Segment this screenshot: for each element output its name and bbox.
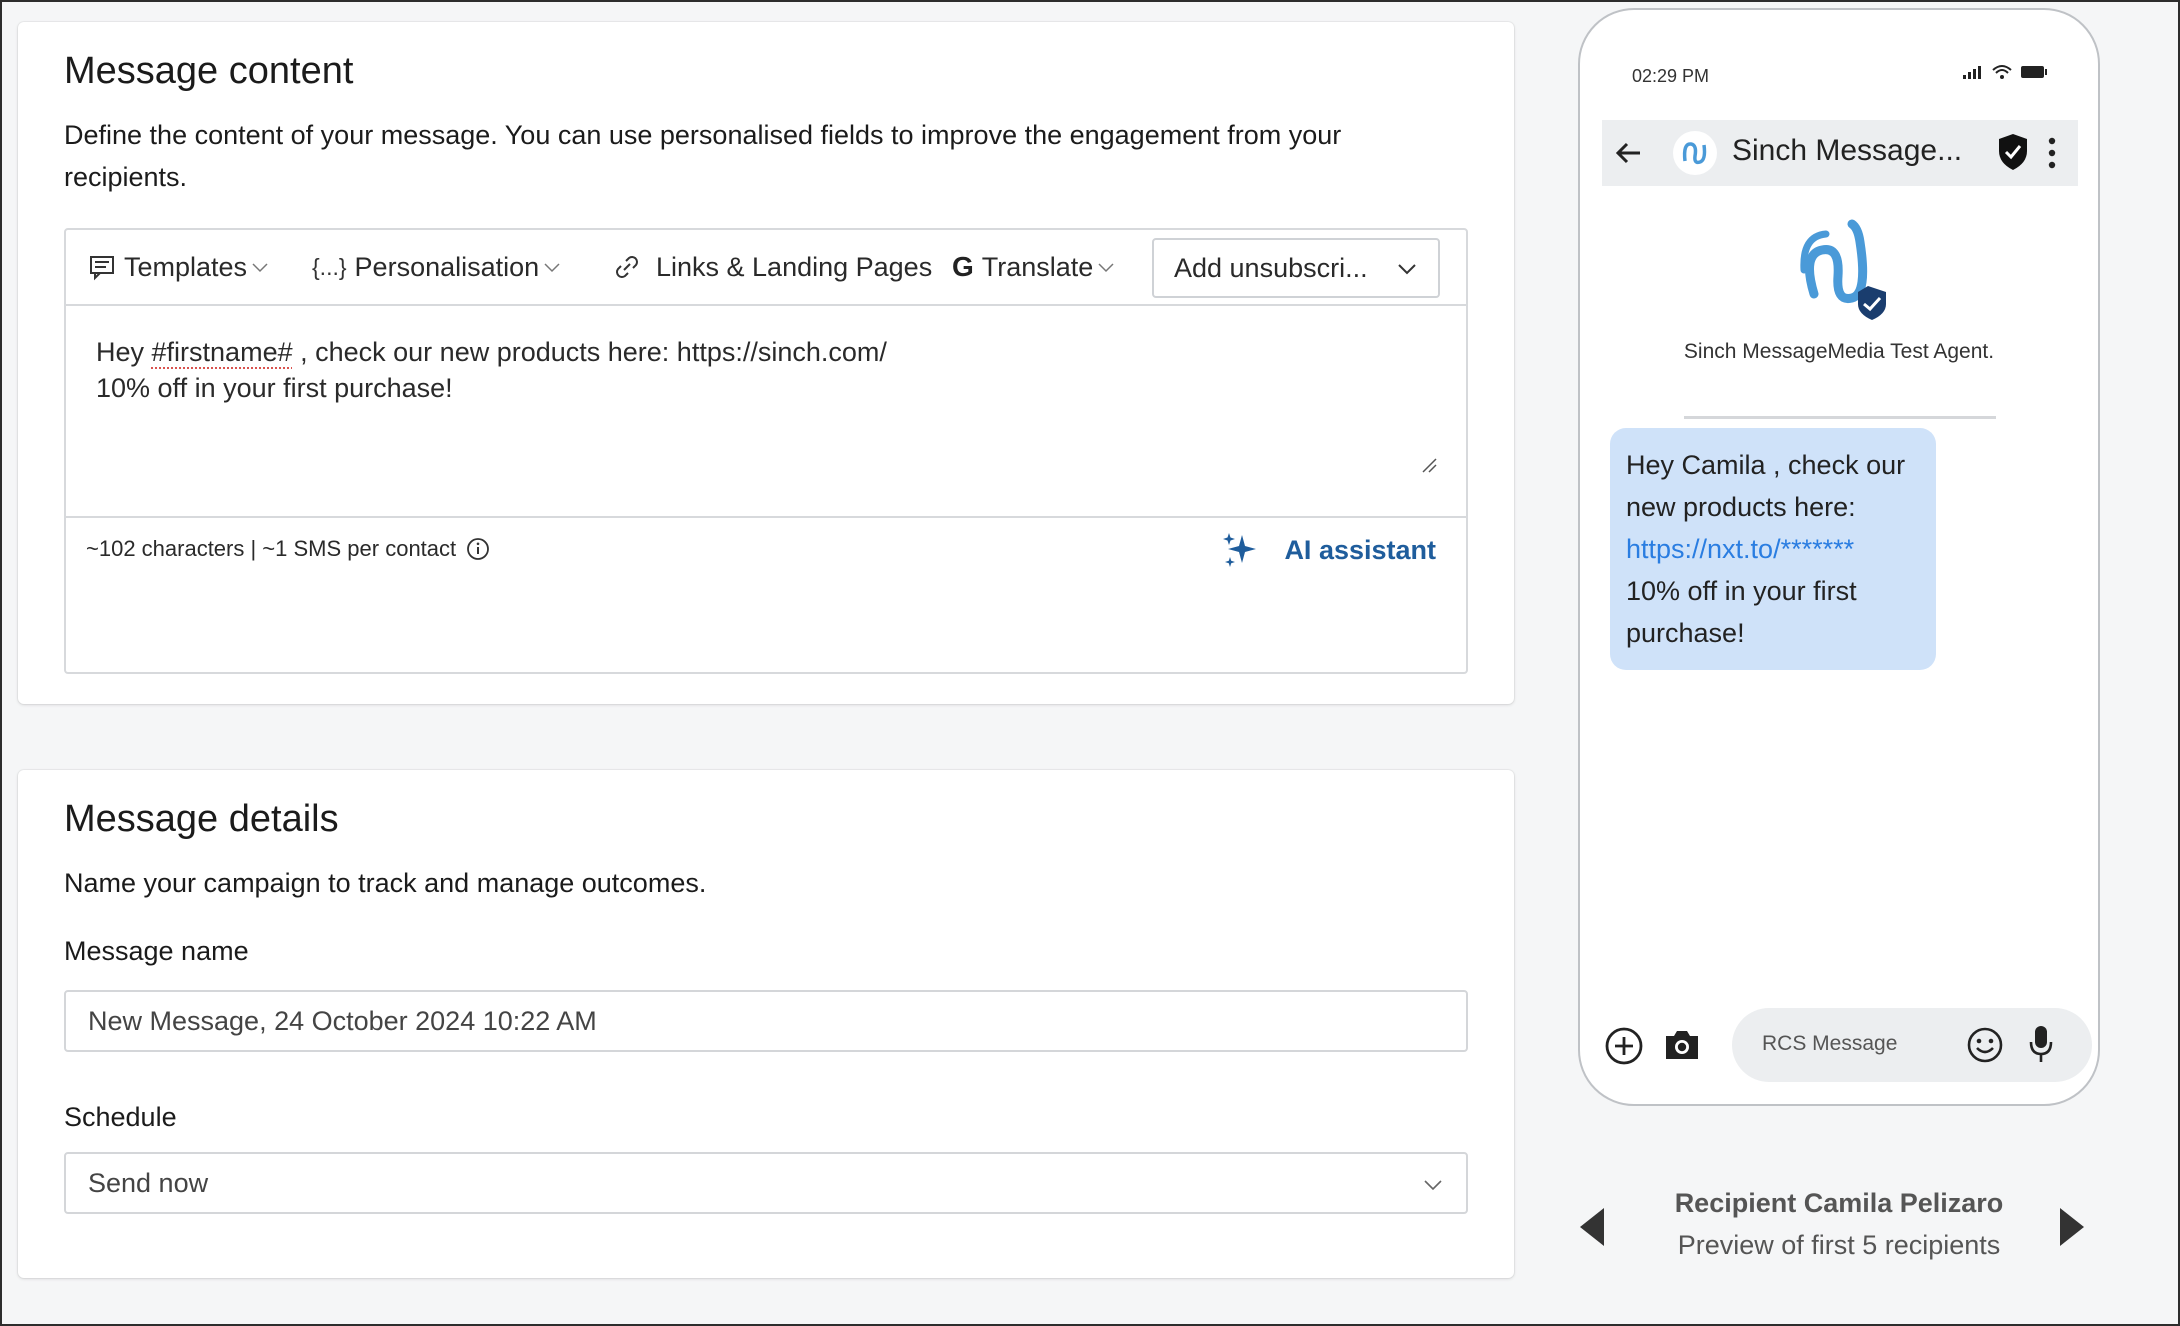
add-unsubscribe-dropdown[interactable]: Add unsubscri... xyxy=(1152,238,1440,298)
message-text: , check our new products here: https://s… xyxy=(292,337,887,367)
message-content-description: Define the content of your message. You … xyxy=(64,120,1342,192)
message-line-1: Hey #firstname# , check our new products… xyxy=(96,334,1416,370)
bubble-text: Hey Camila , check our new products here… xyxy=(1626,450,1906,522)
phone-preview: 02:29 PM Sinch Message... Sinch MessageM… xyxy=(1578,8,2100,1106)
message-line-2: 10% off in your first purchase! xyxy=(96,373,453,403)
character-count: ~102 characters | ~1 SMS per contact xyxy=(86,536,490,562)
divider xyxy=(1684,416,1996,419)
personalisation-icon: {...} xyxy=(312,253,347,280)
chevron-down-icon xyxy=(1424,1180,1442,1191)
message-composer: RCS Message xyxy=(1602,1008,2092,1082)
sender-name: Sinch Message... xyxy=(1732,134,1963,167)
chevron-down-icon xyxy=(252,263,268,273)
schedule-value: Send now xyxy=(88,1167,209,1198)
translate-label: Translate xyxy=(981,251,1094,282)
templates-icon xyxy=(90,256,114,281)
compose-placeholder: RCS Message xyxy=(1762,1032,1898,1055)
phone-app-bar: Sinch Message... xyxy=(1602,120,2078,186)
add-circle-icon[interactable] xyxy=(1604,1026,1644,1066)
verified-shield-icon xyxy=(1999,134,2027,170)
resize-handle-icon[interactable] xyxy=(1420,456,1438,474)
links-landing-pages-menu[interactable]: Links & Landing Pages xyxy=(612,230,932,304)
message-bubble: Hey Camila , check our new products here… xyxy=(1610,428,1936,670)
bubble-link[interactable]: https://nxt.to/******* xyxy=(1626,534,1854,564)
translate-menu[interactable]: G Translate xyxy=(952,230,1115,304)
schedule-select[interactable]: Send now xyxy=(64,1152,1468,1214)
message-details-title: Message details xyxy=(64,798,339,840)
back-arrow-icon[interactable] xyxy=(1612,136,1646,170)
personalisation-label: Personalisation xyxy=(354,251,540,282)
message-name-label: Message name xyxy=(64,936,249,966)
message-details-card: Message details Name your campaign to tr… xyxy=(18,770,1514,1278)
templates-label: Templates xyxy=(124,251,248,282)
recipient-navigation: Recipient Camila Pelizaro Preview of fir… xyxy=(1578,1178,2100,1268)
message-name-input[interactable]: New Message, 24 October 2024 10:22 AM xyxy=(64,990,1468,1052)
battery-icon xyxy=(2021,66,2047,78)
wifi-icon xyxy=(1992,65,2012,79)
message-textarea[interactable]: Hey #firstname# , check our new products… xyxy=(96,334,1416,406)
character-count-text: ~102 characters | ~1 SMS per contact xyxy=(86,536,457,561)
chevron-down-icon xyxy=(544,263,560,273)
editor-footer: ~102 characters | ~1 SMS per contact AI … xyxy=(66,516,1466,580)
templates-menu[interactable]: Templates xyxy=(88,230,269,304)
message-content-title: Message content xyxy=(64,50,354,92)
message-text: Hey xyxy=(96,337,152,367)
agent-name: Sinch MessageMedia Test Agent. xyxy=(1683,340,1995,363)
chevron-down-icon xyxy=(1398,264,1416,275)
message-editor: Templates {...} Personalisation Links & … xyxy=(64,228,1468,674)
schedule-label: Schedule xyxy=(64,1102,177,1132)
sparkle-icon xyxy=(1223,533,1257,567)
bubble-text: 10% off in your first purchase! xyxy=(1626,576,1857,648)
info-icon[interactable] xyxy=(466,537,490,561)
editor-toolbar: Templates {...} Personalisation Links & … xyxy=(66,230,1466,306)
next-recipient-arrow-icon[interactable] xyxy=(2058,1206,2086,1248)
camera-icon[interactable] xyxy=(1662,1026,1702,1064)
link-icon xyxy=(616,256,638,278)
rcs-message-input[interactable]: RCS Message xyxy=(1732,1008,2092,1082)
personalisation-menu[interactable]: {...} Personalisation xyxy=(312,230,561,304)
links-label: Links & Landing Pages xyxy=(656,251,933,282)
agent-logo-icon xyxy=(1800,219,1886,320)
message-details-description: Name your campaign to track and manage o… xyxy=(64,868,707,898)
message-content-card: Message content Define the content of yo… xyxy=(18,22,1514,704)
app-frame: Message content Define the content of yo… xyxy=(0,0,2180,1326)
personalisation-token: #firstname# xyxy=(151,337,293,367)
add-unsubscribe-label: Add unsubscri... xyxy=(1174,252,1368,283)
status-icons xyxy=(1962,64,2048,80)
google-g-icon: G xyxy=(952,251,974,282)
chevron-down-icon xyxy=(1098,263,1114,273)
ai-assistant-button[interactable]: AI assistant xyxy=(1222,528,1436,572)
signal-icon xyxy=(1963,66,1981,79)
sinch-avatar-icon xyxy=(1673,131,1717,175)
more-options-icon[interactable] xyxy=(2046,136,2058,170)
ai-assistant-label: AI assistant xyxy=(1284,534,1436,565)
recipient-name: Recipient Camila Pelizaro xyxy=(1674,1188,2004,1218)
status-time: 02:29 PM xyxy=(1632,66,1710,86)
recipient-preview-subtitle: Preview of first 5 recipients xyxy=(1677,1230,2001,1260)
microphone-icon[interactable] xyxy=(2028,1024,2054,1066)
emoji-icon[interactable] xyxy=(1966,1026,2004,1064)
message-name-value: New Message, 24 October 2024 10:22 AM xyxy=(88,1005,597,1036)
